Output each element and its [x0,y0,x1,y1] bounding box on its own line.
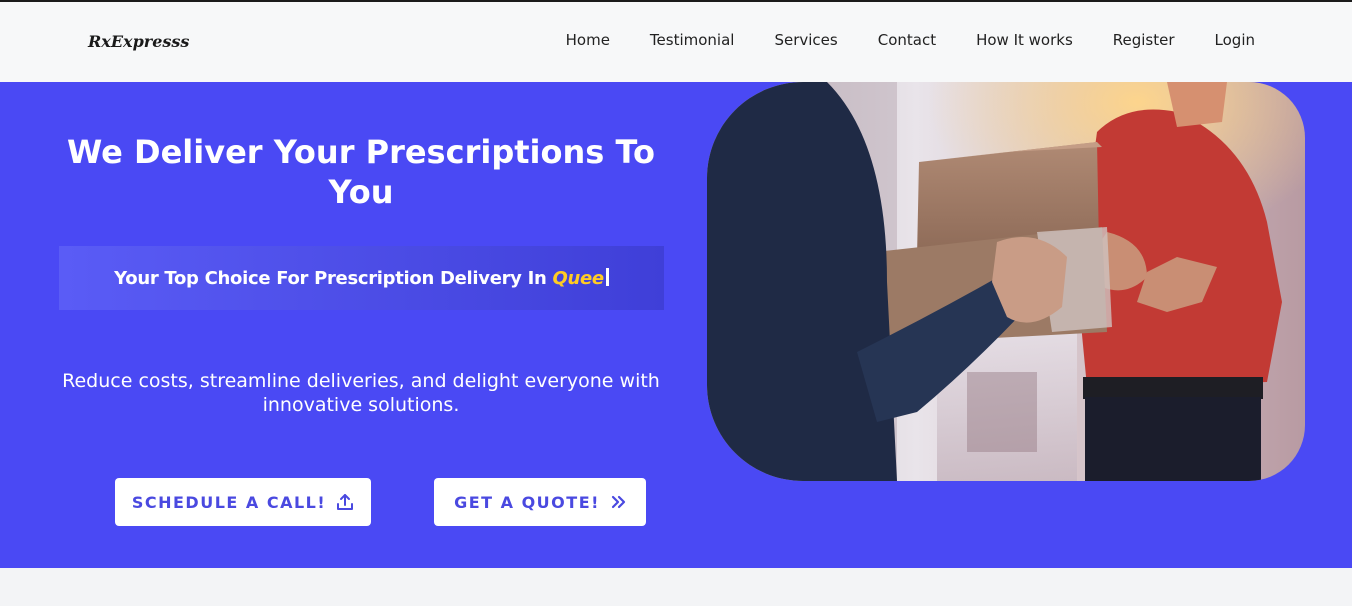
brand-logo[interactable]: RxExpresss [88,32,189,51]
hero-title: We Deliver Your Prescriptions To You [67,133,655,211]
tagline-typed-location: Quee [552,267,604,289]
delivery-photo [707,82,1305,481]
tagline-banner: Your Top Choice For Prescription Deliver… [59,246,664,310]
navbar: RxExpresss Home Testimonial Services Con… [0,2,1352,82]
nav-item-testimonial[interactable]: Testimonial [650,31,735,49]
upload-icon [336,493,354,511]
schedule-call-label: SCHEDULE A CALL! [131,492,327,512]
nav-menu: Home Testimonial Services Contact How It… [566,31,1255,49]
nav-item-services[interactable]: Services [774,31,837,49]
nav-item-register[interactable]: Register [1113,31,1175,49]
tagline-text: Your Top Choice For Prescription Deliver… [114,267,609,289]
get-quote-button[interactable]: GET A QUOTE! [434,478,646,526]
double-chevron-right-icon [610,494,626,510]
hero-description: Reduce costs, streamline deliveries, and… [62,370,660,416]
nav-item-home[interactable]: Home [566,31,610,49]
nav-item-how-it-works[interactable]: How It works [976,31,1073,49]
nav-item-login[interactable]: Login [1215,31,1255,49]
tagline-prefix: Your Top Choice For Prescription Deliver… [114,267,553,289]
typing-cursor [605,267,609,286]
get-quote-label: GET A QUOTE! [454,492,600,512]
schedule-call-button[interactable]: SCHEDULE A CALL! [115,478,371,526]
nav-item-contact[interactable]: Contact [878,31,936,49]
hero-section: We Deliver Your Prescriptions To You You… [0,82,1352,568]
